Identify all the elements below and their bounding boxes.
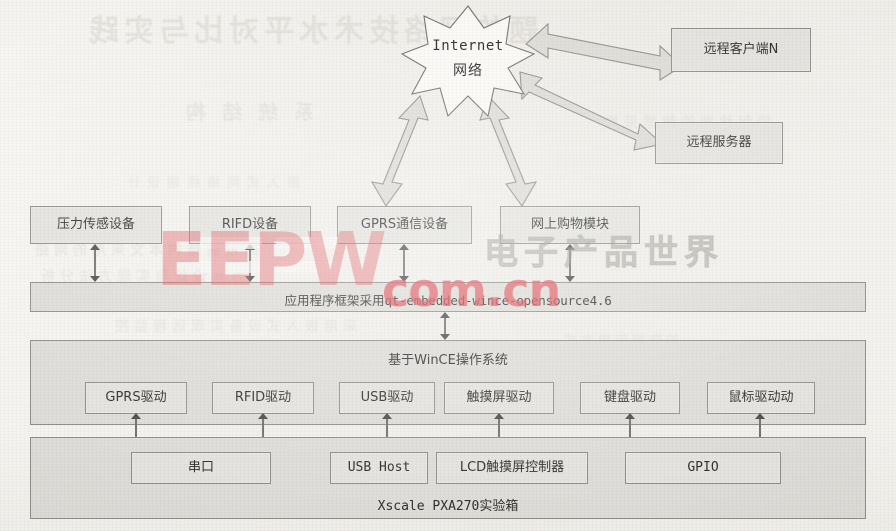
- node-usb-host-label: USB Host: [347, 459, 411, 475]
- arrow-shaft: [249, 248, 251, 278]
- arrow-head-up: [440, 312, 450, 318]
- node-lcd-touch-controller-label: LCD触摸屏控制器: [459, 459, 565, 475]
- node-online-shopping-module[interactable]: 网上购物模块: [500, 206, 640, 244]
- node-usb-driver[interactable]: USB驱动: [339, 382, 435, 414]
- node-keyboard-driver-label: 键盘驱动: [603, 389, 656, 405]
- node-rfid-driver-label: RFID驱动: [234, 389, 292, 405]
- node-mouse-driver[interactable]: 鼠标驱动动: [707, 382, 815, 414]
- node-pressure-sensor-device[interactable]: 压力传感设备: [30, 206, 162, 244]
- arrow-shopping-framework: [565, 244, 576, 282]
- arrow-head-up: [245, 244, 255, 250]
- node-remote-server[interactable]: 远程服务器: [655, 122, 783, 164]
- arrow-head-up: [494, 413, 504, 419]
- node-gprs-driver[interactable]: GPRS驱动: [85, 382, 187, 414]
- arrow-rifd-framework: [245, 244, 256, 282]
- node-online-shopping-module-label: 网上购物模块: [530, 216, 609, 232]
- node-touchscreen-driver[interactable]: 触摸屏驱动: [444, 382, 554, 414]
- arrow-shaft: [444, 316, 446, 336]
- arrow-head-up: [399, 244, 409, 250]
- application-framework-label-zh: 应用程序框架采用: [284, 293, 385, 308]
- internet-cloud-label-zh: 网络: [453, 63, 483, 79]
- node-serial-port[interactable]: 串口: [131, 452, 271, 484]
- arrow-head-up: [131, 413, 141, 419]
- arrow-shaft: [403, 248, 405, 278]
- arrow-head-up: [258, 413, 268, 419]
- internet-cloud-burst: Internet 网络: [398, 4, 538, 120]
- arrow-head-up: [565, 244, 575, 250]
- arrow-framework-to-os: [440, 312, 451, 340]
- arrow-shaft: [569, 248, 571, 278]
- wince-os-label: 基于WinCE操作系统: [388, 353, 508, 368]
- arrow-pressure-sensor-framework: [90, 244, 101, 282]
- node-pressure-sensor-label: 压力传感设备: [56, 216, 135, 232]
- xscale-pxa270-label: Xscale PXA270实验箱: [377, 499, 519, 514]
- internet-cloud-label-en: Internet: [432, 38, 504, 54]
- node-remote-client-label: 远程客户端N: [703, 41, 779, 57]
- node-gpio-label: GPIO: [687, 459, 719, 475]
- application-framework-label: 应用程序框架采用qt-embedded-wince-opensource4.6: [31, 290, 865, 309]
- node-rifd-device[interactable]: RIFD设备: [189, 206, 311, 244]
- arrow-gprs-framework: [399, 244, 410, 282]
- node-mouse-driver-label: 鼠标驱动动: [728, 389, 794, 405]
- node-usb-host[interactable]: USB Host: [330, 452, 428, 484]
- node-gprs-comm-device-label: GPRS通信设备: [360, 216, 449, 232]
- node-gpio[interactable]: GPIO: [625, 452, 781, 484]
- arrow-head-up: [90, 244, 100, 250]
- arrow-head-up: [625, 413, 635, 419]
- arrow-head-up: [755, 413, 765, 419]
- node-rifd-device-label: RIFD设备: [221, 216, 279, 232]
- node-usb-driver-label: USB驱动: [360, 389, 414, 405]
- node-gprs-driver-label: GPRS驱动: [105, 389, 167, 405]
- arrow-shaft: [94, 248, 96, 278]
- application-framework-label-mono: qt-embedded-wince-opensource4.6: [384, 293, 612, 308]
- node-remote-server-label: 远程服务器: [686, 134, 752, 150]
- node-touchscreen-driver-label: 触摸屏驱动: [466, 389, 532, 405]
- arrow-head-up: [382, 413, 392, 419]
- node-remote-client[interactable]: 远程客户端N: [671, 28, 811, 72]
- node-lcd-touch-controller[interactable]: LCD触摸屏控制器: [436, 452, 588, 484]
- node-gprs-comm-device[interactable]: GPRS通信设备: [337, 206, 472, 244]
- node-keyboard-driver[interactable]: 键盘驱动: [580, 382, 680, 414]
- node-serial-port-label: 串口: [187, 459, 214, 475]
- layer-application-framework[interactable]: 应用程序框架采用qt-embedded-wince-opensource4.6: [30, 282, 866, 312]
- node-rfid-driver[interactable]: RFID驱动: [212, 382, 314, 414]
